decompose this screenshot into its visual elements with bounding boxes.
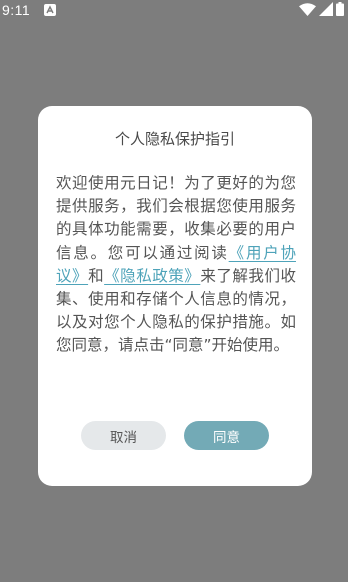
status-time: 9:11	[2, 2, 31, 18]
cellular-signal-icon	[319, 2, 333, 20]
status-icons	[299, 2, 344, 20]
app-notification-icon	[44, 4, 56, 16]
dialog-body: 欢迎使用元日记！为了更好的为您提供服务，我们会根据您使用服务的具体功能需要，收集…	[56, 172, 296, 358]
dialog-title: 个人隐私保护指引	[114, 130, 235, 148]
privacy-dialog: 个人隐私保护指引 欢迎使用元日记！为了更好的为您提供服务，我们会根据您使用服务的…	[38, 106, 312, 486]
body-text-and: 和	[88, 266, 105, 285]
battery-icon	[336, 2, 344, 20]
status-bar: 9:11	[0, 0, 348, 24]
wifi-icon	[299, 2, 316, 20]
privacy-policy-link[interactable]: 《隐私政策》	[104, 267, 200, 285]
cancel-button[interactable]: 取消	[81, 421, 166, 450]
agree-button[interactable]: 同意	[184, 421, 269, 450]
